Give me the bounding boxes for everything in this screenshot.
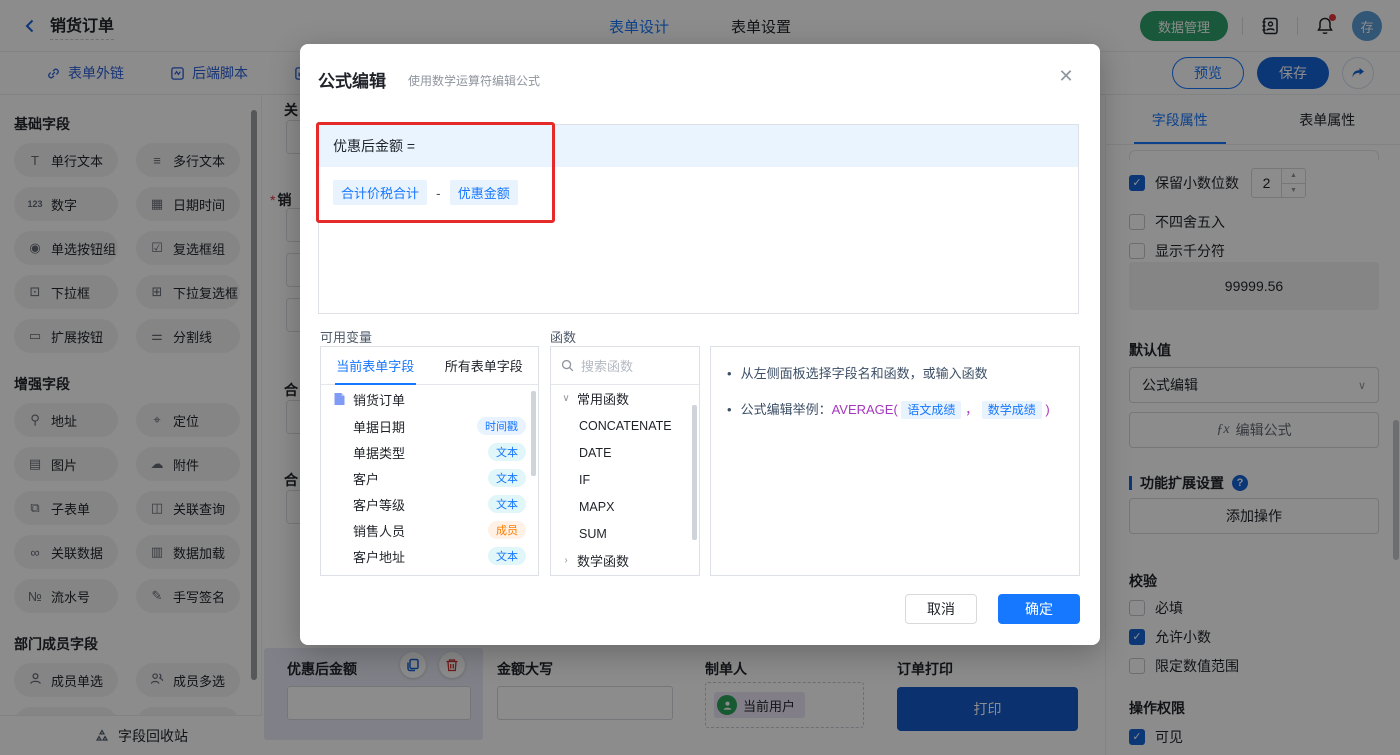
search-icon [561, 359, 574, 372]
function-item[interactable]: IF [551, 466, 699, 493]
functions-scrollbar[interactable] [692, 405, 697, 540]
variable-row[interactable]: 销售人员成员 [321, 517, 538, 543]
tab-all-form-fields[interactable]: 所有表单字段 [430, 347, 539, 384]
example-arg-2: 数学成绩 [982, 401, 1042, 419]
variable-row[interactable]: 单据类型文本 [321, 439, 538, 465]
variables-scrollbar[interactable] [531, 391, 536, 476]
function-item[interactable]: CONCATENATE [551, 412, 699, 439]
function-group-math[interactable]: ›数学函数 [551, 547, 699, 574]
formula-edit-modal: 公式编辑 使用数学运算符编辑公式 ✕ 优惠后金额 = 合计价税合计 - 优惠金额… [300, 44, 1100, 645]
form-doc-icon [333, 392, 346, 406]
formula-expression[interactable]: 合计价税合计 - 优惠金额 [319, 167, 1078, 218]
functions-label: 函数 [550, 327, 576, 346]
field-type-tag: 文本 [488, 495, 526, 513]
example-function-open: AVERAGE( [832, 402, 898, 417]
variables-label: 可用变量 [320, 327, 372, 346]
field-type-tag: 时间戳 [477, 417, 526, 435]
function-search-input[interactable]: 搜索函数 [551, 347, 699, 385]
field-type-tag: 文本 [488, 469, 526, 487]
formula-token-discount[interactable]: 优惠金额 [450, 180, 518, 205]
field-type-tag: 文本 [488, 443, 526, 461]
function-group-common[interactable]: ∨常用函数 [551, 385, 699, 412]
variable-row[interactable]: 客户地址文本 [321, 543, 538, 569]
function-group-text[interactable]: ›文本函数 [551, 574, 699, 576]
tab-current-form-fields[interactable]: 当前表单字段 [321, 347, 430, 384]
variables-tree-root[interactable]: 销货订单 [321, 385, 538, 413]
formula-operator: - [436, 185, 441, 201]
help-line-1: • 从左侧面板选择字段名和函数，或输入函数 [727, 364, 1063, 384]
variables-tabs: 当前表单字段 所有表单字段 [321, 347, 538, 385]
variable-row[interactable]: 单据日期时间戳 [321, 413, 538, 439]
function-item[interactable]: DATE [551, 439, 699, 466]
functions-panel: 搜索函数 ∨常用函数 CONCATENATE DATE IF MAPX SUM … [550, 346, 700, 576]
example-function-close: ) [1045, 402, 1049, 417]
formula-token-total[interactable]: 合计价税合计 [333, 180, 427, 205]
close-icon[interactable]: ✕ [1054, 64, 1078, 88]
modal-title: 公式编辑 [318, 67, 386, 92]
chevron-down-icon: ∨ [561, 393, 571, 404]
bullet-icon: • [727, 400, 732, 420]
example-comma: ， [965, 402, 978, 417]
bullet-icon: • [727, 364, 732, 384]
chevron-right-icon: › [561, 555, 571, 566]
example-arg-1: 语文成绩 [901, 401, 961, 419]
function-item[interactable]: MAPX [551, 493, 699, 520]
cancel-button[interactable]: 取消 [905, 594, 977, 624]
formula-target: 优惠后金额 = [319, 125, 1078, 167]
help-line-2: • 公式编辑举例：AVERAGE( 语文成绩 ， 数学成绩 ) [727, 400, 1063, 420]
variables-panel: 当前表单字段 所有表单字段 销货订单 单据日期时间戳 单据类型文本 客户文本 客… [320, 346, 539, 576]
variable-row[interactable]: 客户文本 [321, 465, 538, 491]
formula-help-panel: • 从左侧面板选择字段名和函数，或输入函数 • 公式编辑举例：AVERAGE( … [710, 346, 1080, 576]
formula-editor[interactable]: 优惠后金额 = 合计价税合计 - 优惠金额 [318, 124, 1079, 314]
function-item[interactable]: SUM [551, 520, 699, 547]
field-type-tag: 成员 [488, 521, 526, 539]
modal-subtitle: 使用数学运算符编辑公式 [408, 72, 540, 89]
field-type-tag: 文本 [488, 547, 526, 565]
confirm-button[interactable]: 确定 [998, 594, 1080, 624]
app-root: 销货订单 表单设计 表单设置 数据管理 存 表单外链 后端脚本 [0, 0, 1400, 755]
variable-row[interactable]: 客户等级文本 [321, 491, 538, 517]
